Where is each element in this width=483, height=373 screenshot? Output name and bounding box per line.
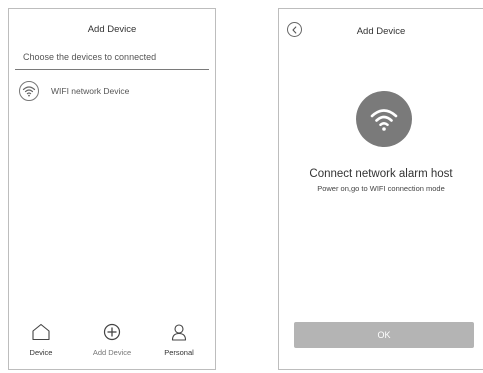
tab-label: Personal	[164, 348, 194, 357]
page-title: Add Device	[356, 26, 406, 37]
plus-circle-icon	[103, 323, 121, 346]
bottom-tab-bar: Device Add Device Personal	[9, 323, 215, 359]
device-list-screen: Add Device Choose the devices to connect…	[8, 8, 216, 370]
tab-label: Add Device	[92, 348, 132, 357]
tab-personal[interactable]: Personal	[149, 323, 209, 357]
list-item-wifi-device[interactable]: WIFI network Device	[19, 79, 209, 103]
ok-button[interactable]: OK	[294, 322, 474, 348]
instruction-text: Power on,go to WIFI connection mode	[317, 184, 445, 193]
page-title: Add Device	[87, 24, 137, 35]
list-item-label: WIFI network Device	[51, 86, 130, 96]
wifi-icon	[19, 81, 39, 101]
tab-add-device[interactable]: Add Device	[82, 323, 142, 357]
connect-heading: Connect network alarm host	[309, 168, 453, 180]
connect-host-screen: Add Device Connect network alarm host Po…	[278, 8, 483, 370]
tab-label: Device	[29, 348, 53, 357]
section-subheader: Choose the devices to connected	[23, 52, 157, 62]
tab-device[interactable]: Device	[11, 323, 71, 357]
divider	[15, 69, 209, 70]
person-icon	[170, 323, 188, 346]
wifi-icon	[356, 91, 412, 147]
home-icon	[31, 323, 51, 346]
